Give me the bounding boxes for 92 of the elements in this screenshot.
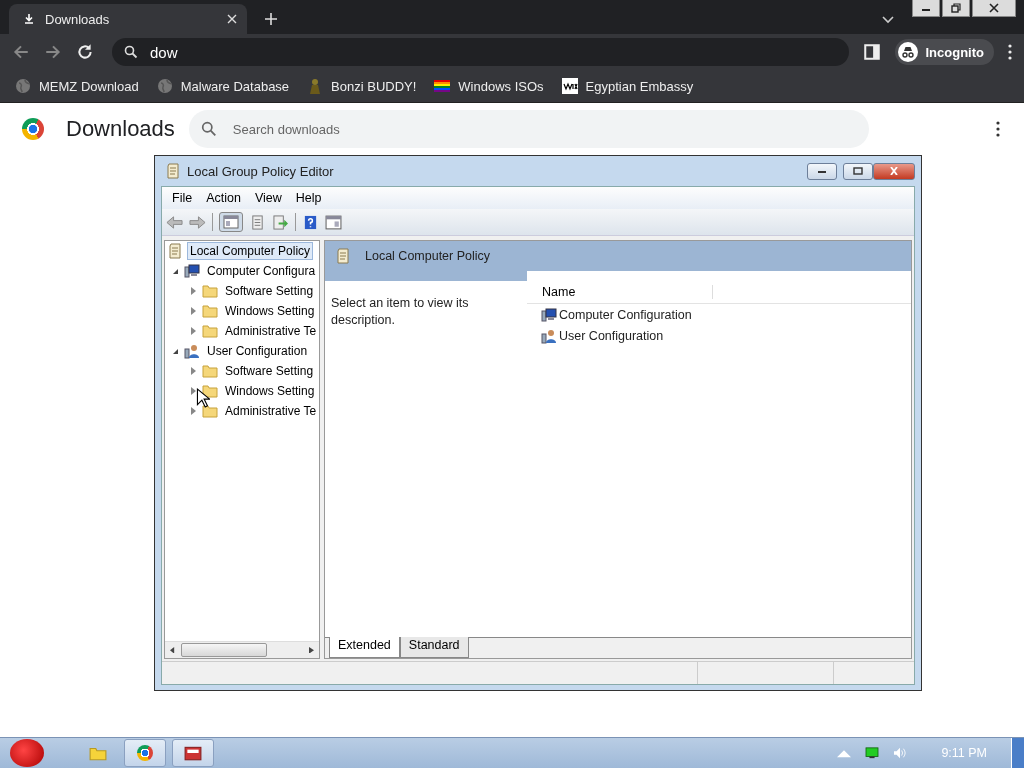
help-icon[interactable] [302, 214, 319, 230]
maximize-icon [853, 167, 863, 175]
column-header[interactable]: Name [527, 285, 713, 299]
download-icon [23, 13, 35, 25]
properties-icon[interactable] [249, 214, 266, 230]
logo-icon [561, 78, 578, 94]
incognito-icon [897, 42, 918, 62]
menu-icon[interactable] [1008, 44, 1012, 60]
policy-editor-taskbar-icon[interactable] [172, 739, 214, 767]
restore-button[interactable] [942, 0, 970, 17]
panel-icon[interactable] [325, 214, 342, 230]
window-title: Local Group Policy Editor [187, 163, 334, 179]
close-icon [889, 167, 899, 175]
tree-item[interactable]: Windows Setting [222, 302, 318, 320]
close-icon[interactable] [227, 14, 237, 24]
menu-item[interactable]: Action [206, 191, 241, 205]
horizontal-scrollbar[interactable] [165, 641, 319, 658]
globe-icon [156, 78, 173, 94]
expander-icon[interactable] [173, 348, 178, 354]
search-icon [124, 45, 138, 59]
computer-icon [541, 306, 557, 323]
minimize-button[interactable] [912, 0, 940, 17]
show-tree-button[interactable] [219, 212, 243, 232]
more-icon[interactable] [996, 121, 1000, 137]
bookmark-link[interactable]: MEMZ Download [15, 78, 139, 94]
folder-icon [202, 383, 218, 399]
user-icon [184, 343, 200, 359]
back-arrow-icon[interactable] [166, 214, 183, 230]
close-button[interactable] [873, 162, 915, 180]
bookmark-link[interactable]: Bonzi BUDDY! [307, 78, 417, 94]
chevron-down-icon[interactable] [882, 16, 894, 24]
list-item[interactable]: User Configuration [559, 328, 664, 343]
start-button[interactable] [10, 739, 44, 767]
rainbow-flag-icon [434, 78, 451, 94]
expander-icon[interactable] [173, 268, 178, 274]
tree-item[interactable]: Software Setting [222, 362, 317, 380]
folder-icon [202, 283, 218, 299]
menu-item[interactable]: View [254, 191, 282, 205]
side-panel-icon[interactable] [862, 43, 881, 61]
tree-item[interactable]: User Configuration [204, 342, 311, 360]
scroll-right-icon[interactable] [309, 646, 314, 654]
bookmark-link[interactable]: Malware Database [156, 78, 290, 94]
folder-icon [202, 323, 218, 339]
globe-icon [15, 78, 31, 94]
list-item[interactable]: Computer Configuration [559, 307, 692, 322]
folder-icon [202, 363, 218, 379]
chrome-logo-icon [22, 118, 44, 140]
view-tab[interactable]: Extended [329, 637, 400, 658]
folder-icon [202, 303, 218, 319]
folder-icon [202, 403, 218, 419]
incognito-button[interactable]: Incognito [894, 39, 994, 65]
mouse-cursor-icon [196, 388, 210, 408]
policy-document-icon [335, 248, 351, 264]
browser-taskbar-icon[interactable] [124, 739, 166, 767]
policy-document-icon [167, 243, 183, 259]
address-bar[interactable]: dow [112, 38, 849, 66]
minimize-icon [817, 168, 827, 174]
tree-item[interactable]: Computer Configura [204, 262, 319, 280]
bookmark-link[interactable]: Windows ISOs [434, 78, 544, 94]
restore-icon [951, 3, 961, 13]
tree-item[interactable]: Windows Setting [222, 382, 318, 400]
network-icon[interactable] [865, 747, 880, 759]
new-tab-icon[interactable] [265, 13, 277, 25]
bookmark-link[interactable]: Egyptian Embassy [561, 78, 694, 94]
page-title: Downloads [66, 116, 175, 142]
minimize-button[interactable] [807, 162, 837, 180]
tree-item[interactable]: Administrative Te [222, 322, 320, 340]
tree-item[interactable]: Local Computer Policy [187, 242, 314, 260]
pane-header: Local Computer Policy [365, 249, 491, 263]
reload-icon[interactable] [76, 43, 94, 61]
menu-item[interactable]: File [172, 191, 193, 205]
tree-item[interactable]: Administrative Te [222, 402, 320, 420]
forward-arrow-icon[interactable] [189, 214, 206, 230]
tree-item[interactable]: Software Setting [222, 282, 317, 300]
browser-tab[interactable]: Downloads [9, 4, 247, 34]
show-desktop-button[interactable] [1011, 738, 1024, 768]
scroll-left-icon[interactable] [170, 646, 175, 654]
close-button[interactable] [972, 0, 1016, 17]
user-icon [541, 327, 557, 344]
address-text: dow [150, 43, 178, 61]
menu-item[interactable]: Help [295, 191, 322, 205]
search-field[interactable]: Search downloads [188, 110, 869, 148]
export-icon[interactable] [272, 214, 289, 230]
tab-title: Downloads [45, 11, 111, 27]
maximize-button[interactable] [843, 162, 873, 180]
forward-icon[interactable] [44, 43, 62, 61]
computer-icon [184, 263, 200, 279]
policy-document-icon [165, 163, 181, 179]
close-icon [989, 3, 999, 13]
search-icon [200, 121, 217, 137]
back-icon[interactable] [12, 43, 30, 61]
view-tab[interactable]: Standard [399, 637, 469, 658]
